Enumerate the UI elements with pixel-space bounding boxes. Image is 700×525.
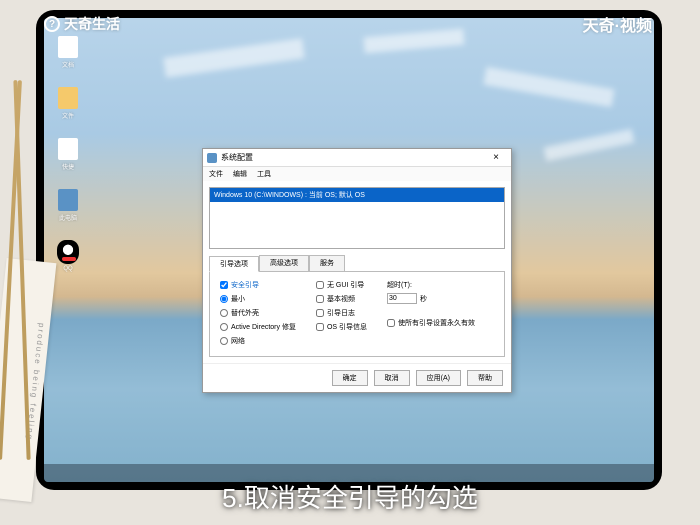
dialog-body: Windows 10 (C:\WINDOWS) : 当前 OS; 默认 OS 引…	[203, 181, 511, 363]
desktop-icon-folder[interactable]: 文件	[54, 87, 82, 120]
boot-options-panel: 安全引导 最小 替代外壳 Active Directory 修复 网络 无 GU…	[209, 271, 505, 357]
dialog-buttons: 确定 取消 应用(A) 帮助	[203, 363, 511, 392]
decor-cloud	[363, 29, 464, 54]
desktop-icon-doc[interactable]: 文档	[54, 36, 82, 69]
desktop-icon-pc[interactable]: 此电脑	[54, 189, 82, 222]
decor-wheat	[0, 80, 50, 480]
radio-minimal[interactable]: 最小	[220, 294, 296, 304]
dialog-icon	[207, 153, 217, 163]
checkbox-boot-log[interactable]: 基本视频	[316, 294, 367, 304]
decor-cloud	[544, 129, 635, 161]
decor-cloud	[163, 38, 304, 77]
desktop-screen: 文档 文件 快捷 此电脑 QQ 系统配置 × 文件 编辑 工具 Windows …	[44, 18, 654, 482]
radio-network[interactable]: 网络	[220, 336, 296, 346]
dialog-titlebar[interactable]: 系统配置 ×	[203, 149, 511, 167]
checkbox-base-video[interactable]: 引导日志	[316, 308, 367, 318]
tab-services[interactable]: 服务	[309, 255, 345, 271]
watermark-tl-text: 天奇生活	[64, 14, 120, 34]
os-entry-selected[interactable]: Windows 10 (C:\WINDOWS) : 当前 OS; 默认 OS	[210, 188, 504, 202]
boot-col-right: 超时(T): 秒 使所有引导设置永久有效	[387, 280, 475, 346]
tab-boot-options[interactable]: 引导选项	[209, 256, 259, 272]
dialog-title-text: 系统配置	[221, 152, 485, 163]
help-button[interactable]: 帮助	[467, 370, 503, 386]
msconfig-dialog: 系统配置 × 文件 编辑 工具 Windows 10 (C:\WINDOWS) …	[202, 148, 512, 393]
watermark-icon: ?	[44, 16, 60, 32]
watermark-top-right: 天奇·视频	[583, 12, 652, 36]
desktop-icon-shortcut[interactable]: 快捷	[54, 138, 82, 171]
watermark-top-left: ? 天奇生活	[44, 14, 120, 34]
tablet-frame: 文档 文件 快捷 此电脑 QQ 系统配置 × 文件 编辑 工具 Windows …	[36, 10, 662, 490]
boot-col-mid: 无 GUI 引导 基本视频 引导日志 OS 引导信息	[316, 280, 367, 346]
timeout-unit: 秒	[420, 294, 427, 304]
apply-button[interactable]: 应用(A)	[416, 370, 461, 386]
timeout-group: 超时(T): 秒	[387, 280, 475, 304]
boot-col-left: 安全引导 最小 替代外壳 Active Directory 修复 网络	[220, 280, 296, 346]
desktop-icon-qq[interactable]: QQ	[54, 240, 82, 272]
menu-file[interactable]: 文件	[209, 169, 223, 179]
os-list[interactable]: Windows 10 (C:\WINDOWS) : 当前 OS; 默认 OS	[209, 187, 505, 249]
checkbox-persist[interactable]: 使所有引导设置永久有效	[387, 318, 475, 328]
checkbox-os-info[interactable]: OS 引导信息	[316, 322, 367, 332]
desktop-icons: 文档 文件 快捷 此电脑 QQ	[54, 36, 82, 272]
checkbox-no-gui[interactable]: 无 GUI 引导	[316, 280, 367, 290]
tab-row: 引导选项 高级选项 服务	[209, 255, 505, 271]
checkbox-safe-boot[interactable]: 安全引导	[220, 280, 296, 290]
timeout-label: 超时(T):	[387, 280, 475, 290]
decor-cloud	[483, 67, 614, 107]
radio-alt-shell[interactable]: 替代外壳	[220, 308, 296, 318]
ok-button[interactable]: 确定	[332, 370, 368, 386]
video-subtitle: 5.取消安全引导的勾选	[0, 478, 700, 515]
menu-tools[interactable]: 工具	[257, 169, 271, 179]
cancel-button[interactable]: 取消	[374, 370, 410, 386]
radio-ad-repair[interactable]: Active Directory 修复	[220, 322, 296, 332]
timeout-input[interactable]	[387, 293, 417, 304]
close-button[interactable]: ×	[485, 152, 507, 163]
dialog-menubar: 文件 编辑 工具	[203, 167, 511, 181]
tab-advanced[interactable]: 高级选项	[259, 255, 309, 271]
menu-edit[interactable]: 编辑	[233, 169, 247, 179]
